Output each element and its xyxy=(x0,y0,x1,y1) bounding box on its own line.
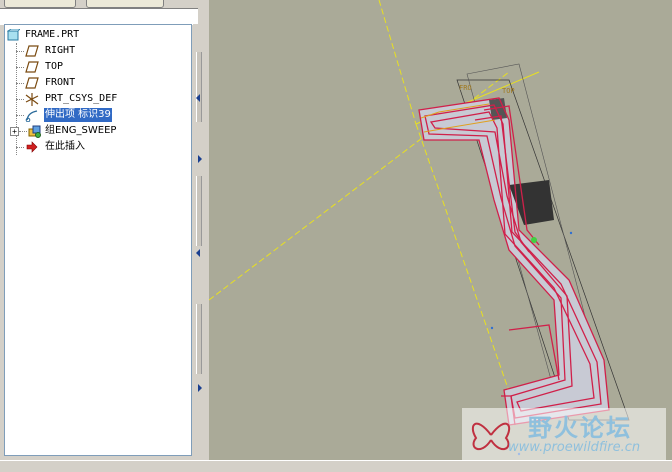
marker-dot xyxy=(569,231,573,235)
tree-item-label: TOP xyxy=(45,61,64,72)
tree-connector xyxy=(16,99,24,100)
tree-item-label: 组ENG_SWEEP xyxy=(45,125,117,136)
tree-item-label: RIGHT xyxy=(45,45,76,56)
tree-item-label: 伸出项 标识39 xyxy=(44,108,112,122)
splitter-grip[interactable] xyxy=(196,304,202,374)
panel-splitter[interactable] xyxy=(193,24,205,464)
expand-right-icon[interactable] xyxy=(198,155,202,163)
tree-connector xyxy=(16,147,24,148)
watermark-title: 野火论坛 xyxy=(528,413,632,442)
part-icon xyxy=(6,28,21,41)
plane-tag-top: TOP xyxy=(502,87,515,95)
tree-connector xyxy=(16,83,24,84)
watermark-url: www.proewildfire.cn xyxy=(508,440,641,455)
tree-show-button[interactable] xyxy=(86,0,164,8)
splitter-grip[interactable] xyxy=(196,52,202,122)
tree-connector xyxy=(19,131,27,132)
tree-header-strip xyxy=(0,8,198,25)
datum-plane-icon xyxy=(25,61,39,73)
forum-watermark: 野火论坛 www.proewildfire.cn xyxy=(462,408,666,460)
datum-plane-icon xyxy=(25,45,39,57)
datum-point xyxy=(531,237,537,243)
model-canvas[interactable] xyxy=(209,0,672,460)
collapse-left-icon[interactable] xyxy=(196,249,200,257)
tree-item-label: PRT_CSYS_DEF xyxy=(45,93,118,104)
expand-right-icon[interactable] xyxy=(198,384,202,392)
status-bar xyxy=(0,460,672,472)
coordinate-system-icon xyxy=(25,93,39,106)
insert-here-arrow-icon xyxy=(25,141,39,153)
tree-connector xyxy=(16,51,24,52)
splitter-grip[interactable] xyxy=(196,176,202,246)
tree-connector xyxy=(16,115,24,116)
tree-root-label: FRAME.PRT xyxy=(25,29,80,40)
extrude-feature-icon xyxy=(25,109,39,123)
expand-toggle-icon[interactable]: + xyxy=(10,127,19,136)
datum-axis xyxy=(378,0,417,125)
plane-tag-front: FRO xyxy=(459,84,472,92)
tree-item-label: 在此插入 xyxy=(45,141,85,152)
tree-connector xyxy=(16,67,24,68)
datum-plane-icon xyxy=(25,77,39,89)
group-icon xyxy=(28,125,42,138)
graphics-viewport[interactable]: FRO TOP xyxy=(209,0,672,460)
marker-dot xyxy=(490,326,494,330)
tree-item-label: FRONT xyxy=(45,77,76,88)
collapse-left-icon[interactable] xyxy=(196,94,200,102)
part-body xyxy=(419,98,609,425)
model-tree-panel[interactable]: FRAME.PRT RIGHT TOP FRONT PRT_CSYS_DEF 伸… xyxy=(4,24,192,456)
tree-settings-button[interactable] xyxy=(4,0,76,8)
